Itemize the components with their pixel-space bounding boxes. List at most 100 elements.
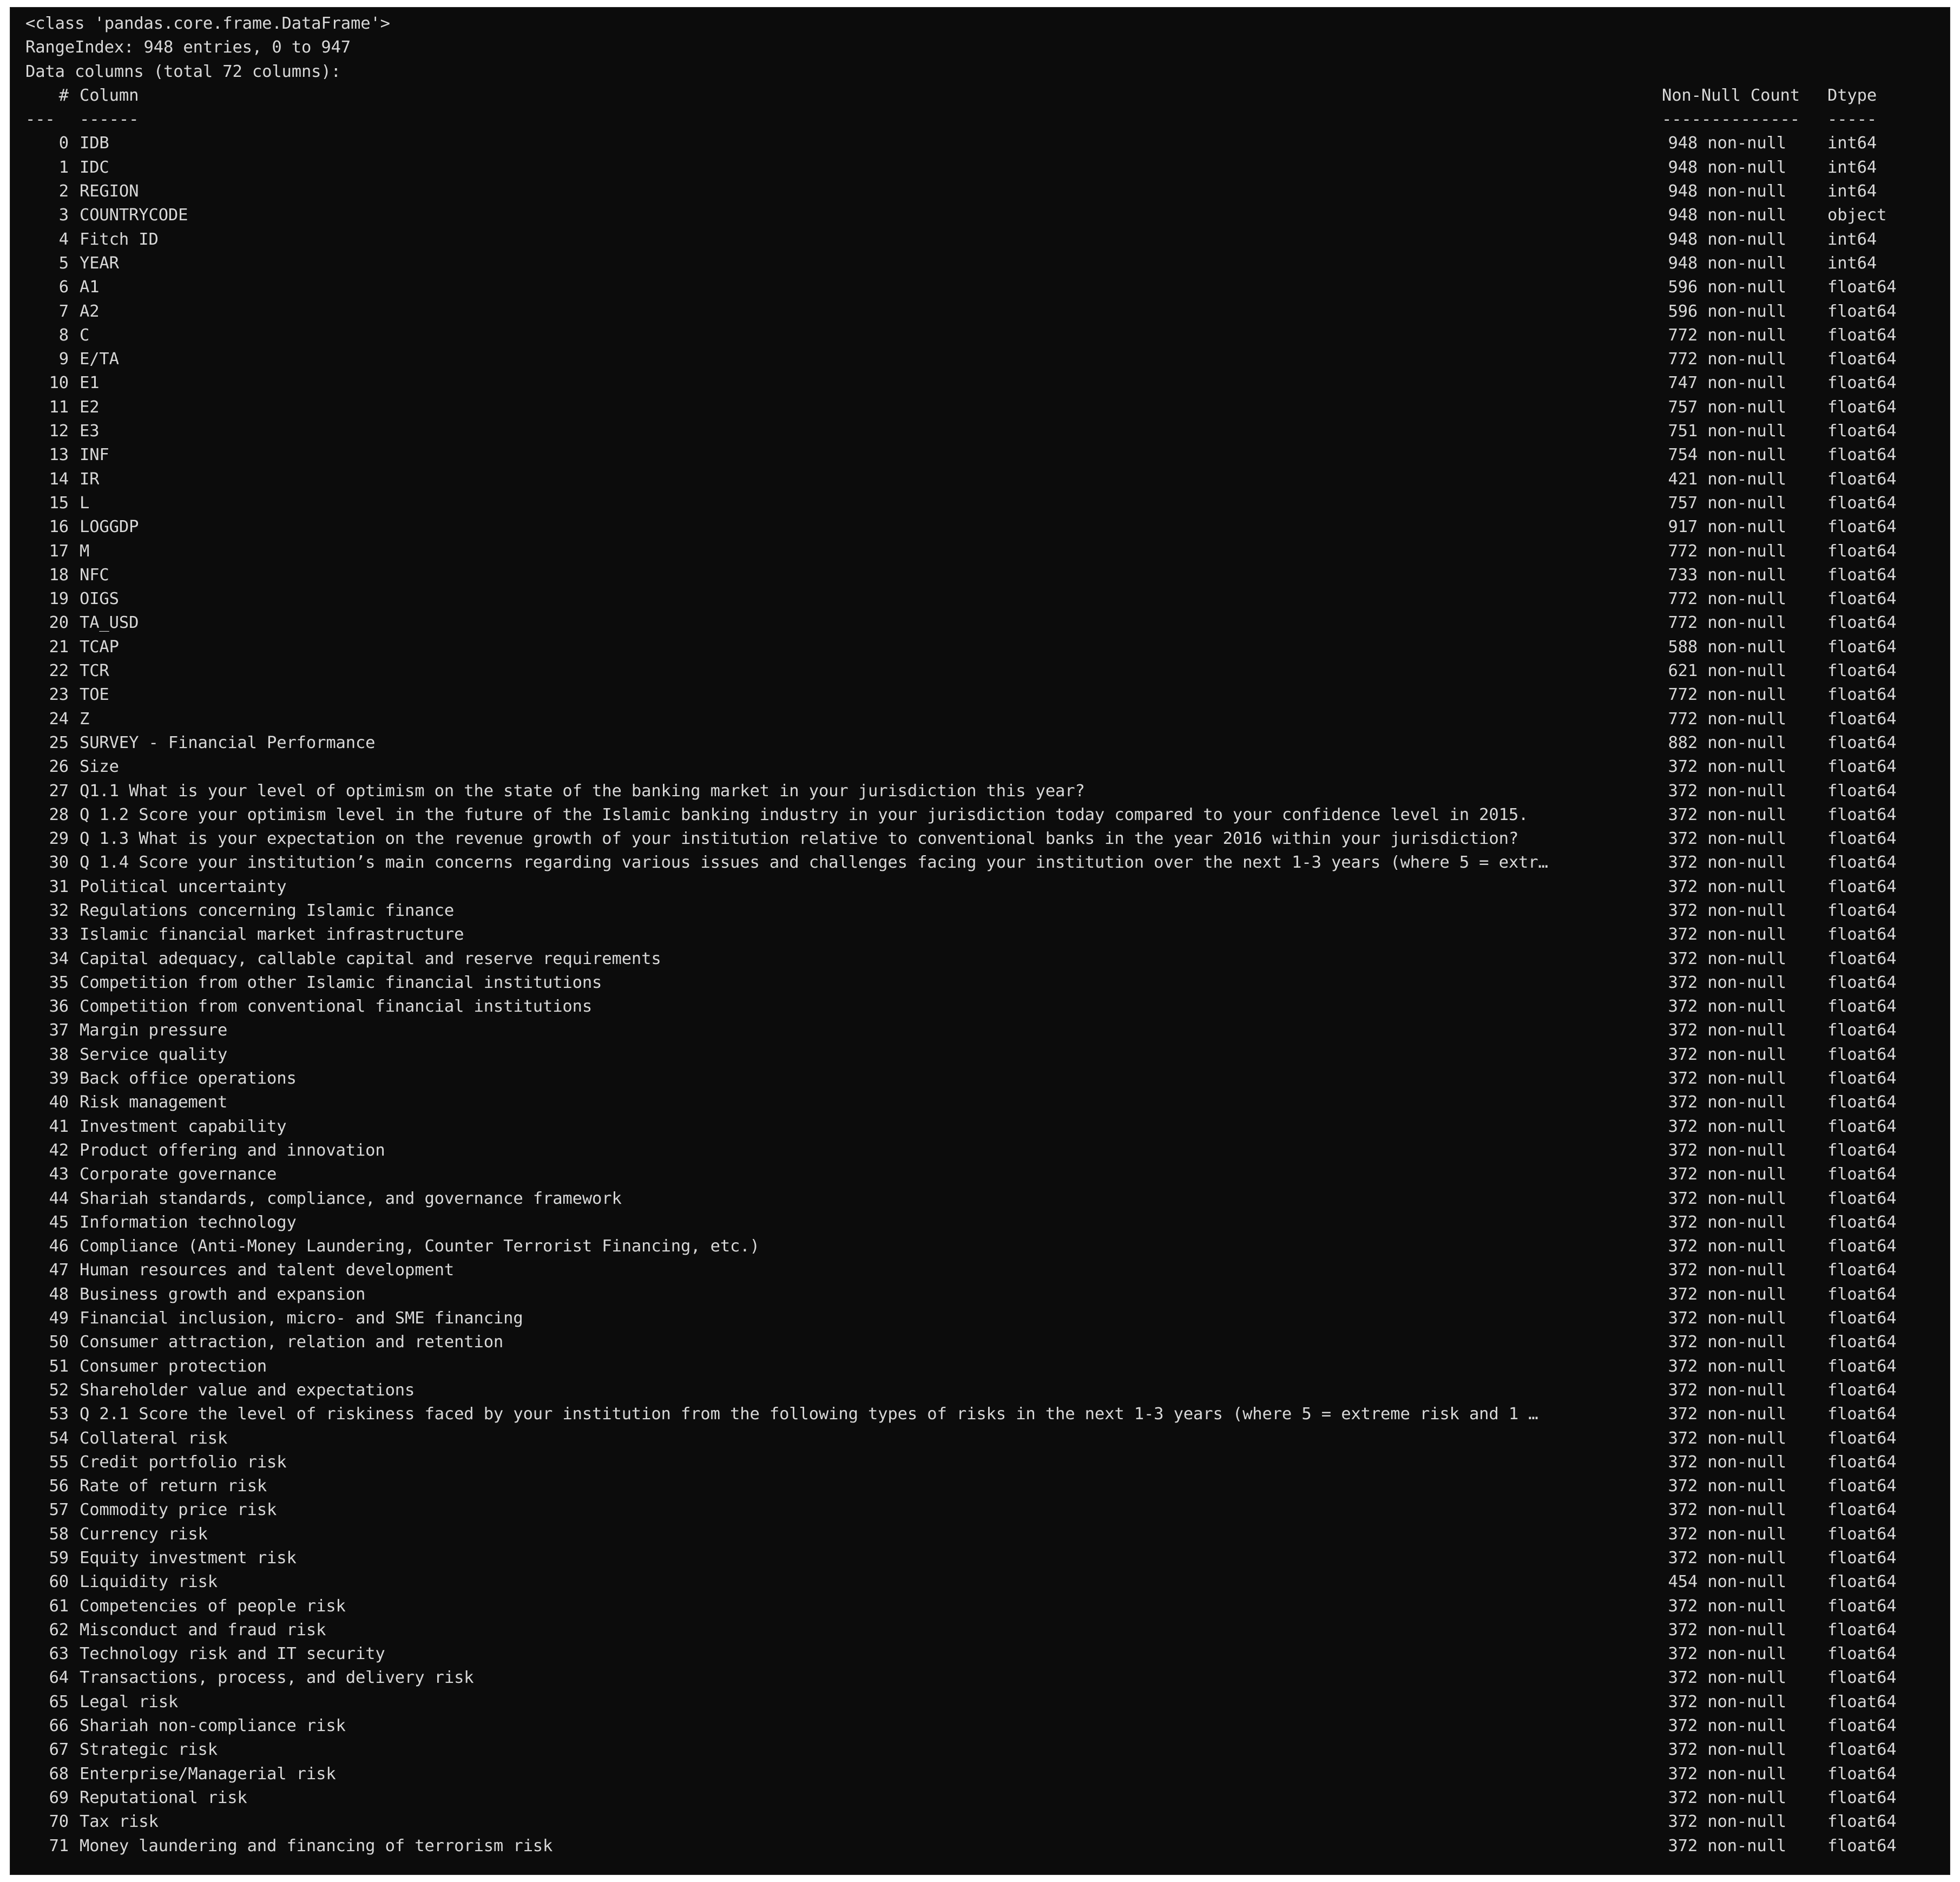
row-non-null-count: 372 non-null xyxy=(1668,757,1786,777)
row-dtype: float64 xyxy=(1827,973,1897,992)
row-index: 20 xyxy=(49,613,69,633)
row-column-name: Tax risk xyxy=(80,1812,159,1832)
row-dtype: float64 xyxy=(1827,829,1897,849)
row-dtype: float64 xyxy=(1827,565,1897,585)
row-non-null-count: 882 non-null xyxy=(1668,733,1786,752)
row-index: 58 xyxy=(49,1524,69,1544)
row-index: 22 xyxy=(49,661,69,681)
separator-non-null-count: -------------- xyxy=(1662,110,1800,129)
row-column-name: Shariah standards, compliance, and gover… xyxy=(80,1189,622,1208)
row-index: 9 xyxy=(58,350,69,369)
row-index: 54 xyxy=(49,1428,69,1448)
row-dtype: float64 xyxy=(1827,661,1897,681)
row-index: 40 xyxy=(49,1093,69,1112)
row-column-name: Money laundering and financing of terror… xyxy=(80,1836,553,1855)
row-non-null-count: 948 non-null xyxy=(1668,206,1786,225)
row-column-name: A1 xyxy=(80,278,100,297)
table-row: 20 TA_USD 772 non-null float64 xyxy=(10,611,1950,635)
row-index: 18 xyxy=(49,565,69,585)
table-row: 63 Technology risk and IT security 372 non… xyxy=(10,1642,1950,1667)
row-index: 3 xyxy=(58,206,69,225)
table-row: 42 Product offering and innovation 372 non… xyxy=(10,1138,1950,1163)
table-row: 58 Currency risk 372 non-null float64 xyxy=(10,1522,1950,1546)
row-dtype: float64 xyxy=(1827,1477,1897,1496)
row-dtype: float64 xyxy=(1827,350,1897,369)
row-non-null-count: 372 non-null xyxy=(1668,1596,1786,1616)
row-non-null-count: 372 non-null xyxy=(1668,1620,1786,1640)
row-dtype: int64 xyxy=(1827,182,1877,201)
row-index: 7 xyxy=(58,301,69,321)
row-column-name: E2 xyxy=(80,397,100,417)
row-non-null-count: 772 non-null xyxy=(1668,613,1786,633)
row-column-name: E3 xyxy=(80,422,100,441)
row-non-null-count: 751 non-null xyxy=(1668,422,1786,441)
row-non-null-count: 948 non-null xyxy=(1668,253,1786,273)
row-dtype: float64 xyxy=(1827,469,1897,489)
row-non-null-count: 372 non-null xyxy=(1668,1212,1786,1232)
row-index: 51 xyxy=(49,1356,69,1376)
terminal-output-pane: <class 'pandas.core.frame.DataFrame'> Ra… xyxy=(10,7,1950,1875)
row-column-name: Q1.1 What is your level of optimism on t… xyxy=(80,781,1085,801)
row-non-null-count: 757 non-null xyxy=(1668,397,1786,417)
table-row: 17 M 772 non-null float64 xyxy=(10,539,1950,563)
row-index: 39 xyxy=(49,1069,69,1088)
table-row: 26 Size 372 non-null float64 xyxy=(10,755,1950,779)
row-non-null-count: 372 non-null xyxy=(1668,1380,1786,1400)
row-index: 35 xyxy=(49,973,69,992)
row-column-name: IDC xyxy=(80,158,109,177)
table-row: 35 Competition from other Islamic financi… xyxy=(10,970,1950,995)
row-column-name: Political uncertainty xyxy=(80,877,287,896)
table-row: 29 Q 1.3 What is your expectation on the … xyxy=(10,827,1950,851)
row-dtype: float64 xyxy=(1827,301,1897,321)
table-row: 38 Service quality 372 non-null float64 xyxy=(10,1042,1950,1067)
row-index: 68 xyxy=(49,1764,69,1783)
table-row: 1 IDC 948 non-null int64 xyxy=(10,155,1950,180)
row-non-null-count: 372 non-null xyxy=(1668,1668,1786,1688)
table-row: 6 A1 596 non-null float64 xyxy=(10,276,1950,300)
row-non-null-count: 772 non-null xyxy=(1668,325,1786,345)
row-dtype: float64 xyxy=(1827,949,1897,968)
row-non-null-count: 772 non-null xyxy=(1668,589,1786,609)
row-non-null-count: 372 non-null xyxy=(1668,829,1786,849)
row-non-null-count: 372 non-null xyxy=(1668,1140,1786,1160)
row-dtype: float64 xyxy=(1827,1045,1897,1064)
row-non-null-count: 372 non-null xyxy=(1668,1788,1786,1807)
row-column-name: Commodity price risk xyxy=(80,1500,277,1520)
row-non-null-count: 372 non-null xyxy=(1668,1549,1786,1568)
row-column-name: A2 xyxy=(80,301,100,321)
row-column-name: Shariah non-compliance risk xyxy=(80,1716,346,1736)
row-index: 71 xyxy=(49,1836,69,1855)
row-non-null-count: 772 non-null xyxy=(1668,709,1786,729)
table-row: 13 INF 754 non-null float64 xyxy=(10,443,1950,468)
row-column-name: Enterprise/Managerial risk xyxy=(80,1764,336,1783)
row-column-name: SURVEY - Financial Performance xyxy=(80,733,376,752)
table-row: 15 L 757 non-null float64 xyxy=(10,491,1950,516)
table-row: 54 Collateral risk 372 non-null float64 xyxy=(10,1426,1950,1451)
row-dtype: float64 xyxy=(1827,1069,1897,1088)
row-index: 46 xyxy=(49,1237,69,1256)
table-row: 50 Consumer attraction, relation and rete… xyxy=(10,1330,1950,1355)
row-non-null-count: 372 non-null xyxy=(1668,1309,1786,1328)
row-column-name: OIGS xyxy=(80,589,119,609)
row-index: 2 xyxy=(58,182,69,201)
table-row: 49 Financial inclusion, micro- and SME fi… xyxy=(10,1307,1950,1331)
row-column-name: C xyxy=(80,325,90,345)
table-row: 14 IR 421 non-null float64 xyxy=(10,467,1950,491)
row-non-null-count: 372 non-null xyxy=(1668,781,1786,801)
row-non-null-count: 372 non-null xyxy=(1668,853,1786,873)
row-index: 38 xyxy=(49,1045,69,1064)
row-dtype: float64 xyxy=(1827,925,1897,945)
table-row: 64 Transactions, process, and delivery ri… xyxy=(10,1666,1950,1690)
row-non-null-count: 948 non-null xyxy=(1668,229,1786,249)
row-column-name: COUNTRYCODE xyxy=(80,206,188,225)
row-dtype: float64 xyxy=(1827,901,1897,920)
row-dtype: float64 xyxy=(1827,1788,1897,1807)
row-non-null-count: 454 non-null xyxy=(1668,1572,1786,1592)
row-index: 6 xyxy=(58,278,69,297)
row-dtype: float64 xyxy=(1827,1740,1897,1760)
row-non-null-count: 772 non-null xyxy=(1668,350,1786,369)
row-non-null-count: 372 non-null xyxy=(1668,1500,1786,1520)
row-column-name: Competition from other Islamic financial… xyxy=(80,973,602,992)
row-column-name: Reputational risk xyxy=(80,1788,247,1807)
row-dtype: int64 xyxy=(1827,229,1877,249)
